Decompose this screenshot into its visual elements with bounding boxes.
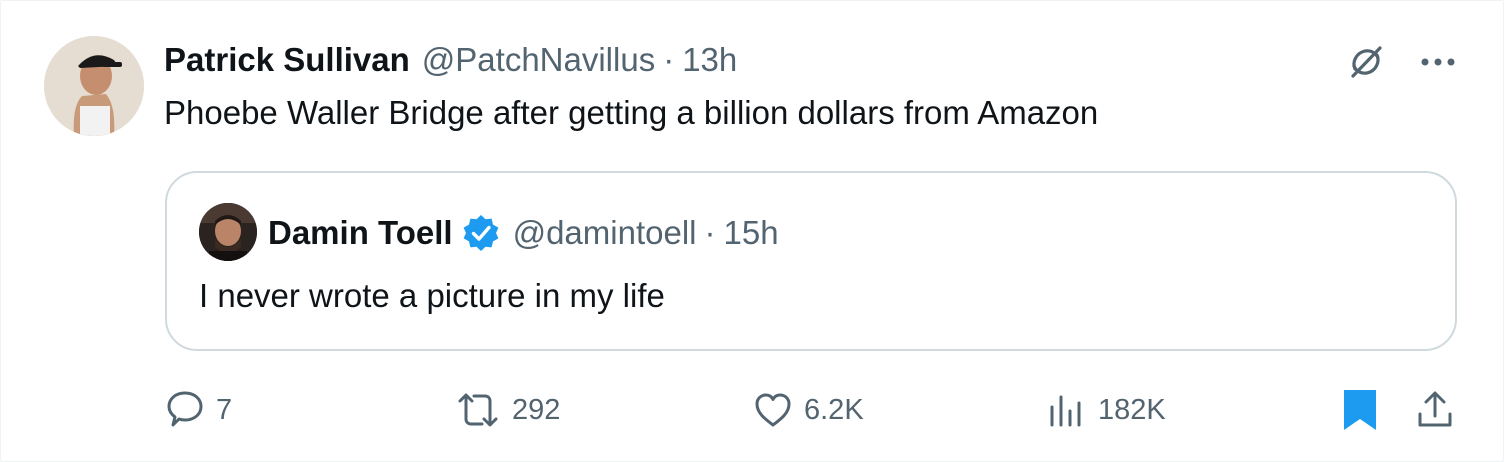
bookmark-icon — [1344, 390, 1376, 430]
separator-dot: · — [663, 41, 675, 78]
quoted-separator-dot: · — [704, 214, 716, 251]
like-button[interactable]: 6.2K — [752, 382, 864, 438]
reply-button[interactable]: 7 — [164, 382, 232, 438]
quoted-author-name: Damin Toell — [268, 214, 453, 251]
tweet-time[interactable]: 13h — [682, 41, 737, 79]
bookmark-button[interactable] — [1340, 382, 1380, 438]
views-icon — [1050, 395, 1081, 427]
grok-icon — [1351, 46, 1382, 78]
author-avatar[interactable] — [44, 36, 144, 136]
views-button[interactable]: 182K — [1046, 382, 1166, 438]
avatar-image — [44, 36, 144, 136]
share-icon — [1418, 391, 1452, 427]
heart-icon — [755, 393, 791, 427]
share-button[interactable] — [1414, 382, 1456, 438]
quoted-tweet-time: 15h — [723, 214, 779, 251]
repost-icon — [458, 393, 498, 427]
quoted-author-avatar — [199, 203, 257, 261]
author-name[interactable]: Patrick Sullivan — [164, 41, 410, 79]
views-count: 182K — [1098, 393, 1166, 426]
more-options-button[interactable] — [1414, 40, 1462, 84]
action-bar: 7 292 6.2K 182K — [0, 382, 1504, 438]
repost-button[interactable]: 292 — [454, 382, 560, 438]
tweet-text: Phoebe Waller Bridge after getting a bil… — [164, 94, 1099, 131]
quoted-avatar-image — [199, 203, 257, 261]
repost-count: 292 — [512, 393, 561, 426]
more-icon — [1421, 58, 1455, 66]
quoted-author-handle: @damintoell — [512, 214, 697, 251]
reply-icon — [167, 391, 203, 427]
author-handle[interactable]: @PatchNavillus — [422, 41, 655, 79]
grok-button[interactable] — [1344, 40, 1388, 84]
quoted-tweet-text: I never wrote a picture in my life — [199, 277, 665, 314]
like-count: 6.2K — [804, 393, 864, 426]
verified-badge-icon — [461, 213, 501, 253]
quoted-tweet[interactable]: Damin Toell @damintoell · 15h I never wr… — [165, 171, 1457, 351]
quoted-tweet-header: Damin Toell @damintoell · 15h — [268, 211, 779, 255]
reply-count: 7 — [216, 393, 233, 426]
tweet-header: Patrick Sullivan @PatchNavillus · 13h — [164, 38, 737, 82]
